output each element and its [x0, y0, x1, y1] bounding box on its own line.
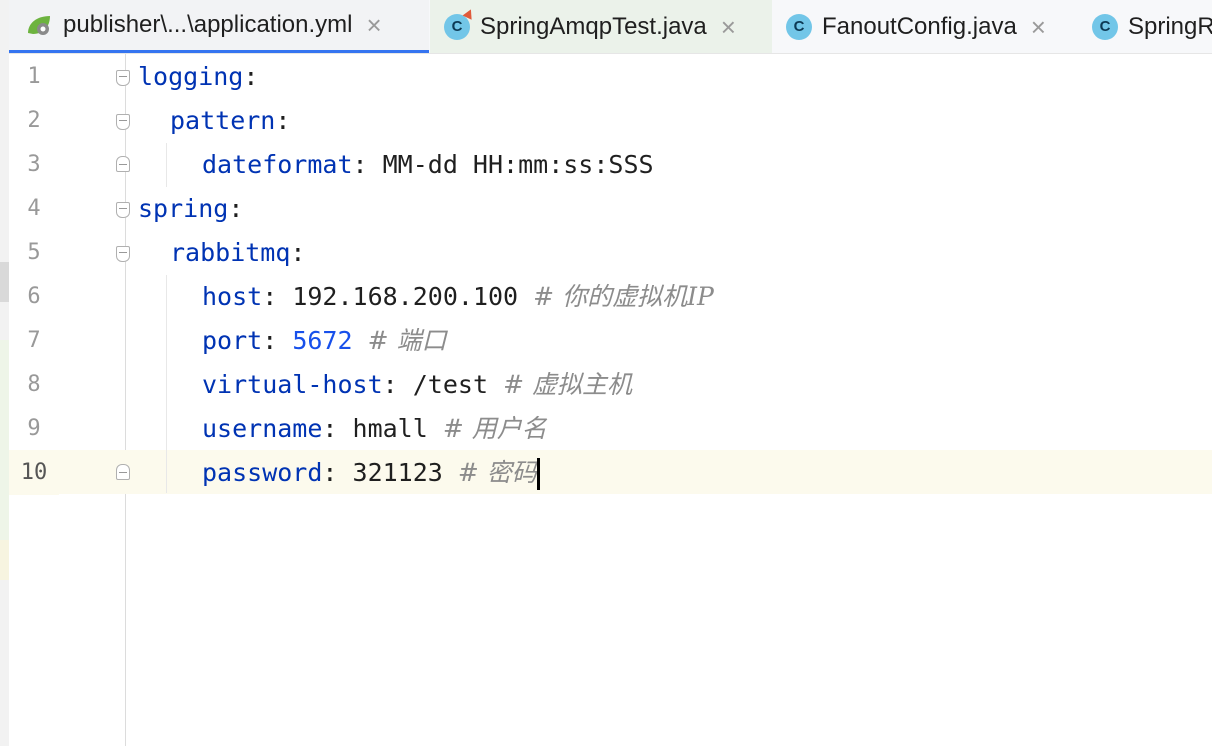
code-line[interactable]: pattern: — [170, 99, 1212, 143]
close-icon[interactable]: × — [366, 12, 381, 38]
fold-marker-icon[interactable] — [116, 246, 130, 262]
line-number: 9 — [27, 416, 41, 441]
yaml-key: dateformat — [202, 150, 353, 179]
yaml-comment: # 虚拟主机 — [503, 370, 632, 399]
fold-marker-icon[interactable] — [116, 202, 130, 218]
yaml-comment: # 密码 — [457, 458, 537, 487]
yaml-separator: : — [275, 106, 291, 135]
pin-icon — [462, 6, 476, 20]
line-number: 8 — [27, 372, 41, 397]
tab-application-yml[interactable]: publisher\...\application.yml × — [9, 0, 429, 53]
yaml-key: spring — [138, 194, 229, 223]
yaml-key: port — [202, 326, 263, 355]
line-number: 5 — [27, 240, 41, 265]
java-class-icon: C — [1092, 13, 1118, 40]
yaml-value: hmall — [352, 414, 428, 443]
yaml-key: rabbitmq — [170, 238, 291, 267]
code-line[interactable]: port: 5672 # 端口 — [202, 319, 1212, 363]
tab-label: publisher\...\application.yml — [63, 11, 353, 38]
line-number: 6 — [27, 284, 41, 309]
line-number: 10 — [9, 451, 59, 495]
tab-springamqptest-java[interactable]: C SpringAmqpTest.java × — [430, 0, 772, 53]
yaml-separator: : — [228, 194, 244, 223]
left-panel-marker — [0, 540, 9, 580]
yaml-comment: # 用户名 — [442, 414, 547, 443]
yaml-comment: # 你的虚拟机IP — [533, 282, 714, 311]
yaml-value: /test — [412, 370, 488, 399]
spring-yml-icon — [25, 13, 53, 37]
fold-end-marker-icon[interactable] — [116, 156, 130, 172]
yaml-key: logging — [138, 62, 244, 91]
yaml-key: virtual-host — [202, 370, 383, 399]
line-number: 1 — [27, 64, 41, 89]
code-line[interactable]: host: 192.168.200.100 # 你的虚拟机IP — [202, 275, 1212, 319]
tab-label: SpringAmqpTest.java — [480, 12, 707, 40]
yaml-key: pattern — [170, 106, 276, 135]
close-icon[interactable]: × — [721, 14, 736, 40]
line-number: 4 — [27, 196, 41, 221]
left-panel-marker — [0, 262, 9, 302]
java-class-icon: C — [786, 13, 812, 40]
yaml-separator: : — [322, 458, 353, 487]
yaml-key: password — [202, 458, 323, 487]
fold-marker-icon[interactable] — [116, 70, 130, 86]
code-line[interactable]: logging: — [138, 55, 1212, 99]
yaml-key: username — [202, 414, 323, 443]
yaml-separator: : — [382, 370, 413, 399]
yaml-value: MM-dd HH:mm:ss:SSS — [382, 150, 654, 179]
code-line[interactable]: username: hmall # 用户名 — [202, 407, 1212, 451]
yaml-value: 192.168.200.100 — [292, 282, 519, 311]
yaml-value: 321123 — [352, 458, 443, 487]
line-number: 3 — [27, 152, 41, 177]
fold-marker-icon[interactable] — [116, 114, 130, 130]
tab-label: SpringR — [1128, 12, 1212, 40]
code-line[interactable]: virtual-host: /test # 虚拟主机 — [202, 363, 1212, 407]
yaml-separator: : — [352, 150, 383, 179]
left-panel-marker — [0, 340, 9, 540]
indent-guide — [166, 143, 167, 187]
yaml-comment: # 端口 — [367, 326, 447, 355]
indent-guide — [166, 275, 167, 493]
tab-fanoutconfig-java[interactable]: C FanoutConfig.java × — [772, 0, 1072, 53]
java-class-icon: C — [444, 6, 476, 40]
tab-label: FanoutConfig.java — [822, 12, 1017, 40]
code-line[interactable]: password: 321123 # 密码 — [202, 451, 1212, 495]
code-line[interactable]: rabbitmq: — [170, 231, 1212, 275]
yaml-number-value: 5672 — [292, 326, 353, 355]
left-panel-edge — [0, 0, 9, 746]
yaml-separator: : — [322, 414, 353, 443]
code-line[interactable]: spring: — [138, 187, 1212, 231]
line-number: 2 — [27, 108, 41, 133]
yaml-separator: : — [290, 238, 306, 267]
yaml-key: host — [202, 282, 263, 311]
close-icon[interactable]: × — [1031, 14, 1046, 40]
yaml-separator: : — [243, 62, 259, 91]
tab-springr[interactable]: C SpringR — [1078, 0, 1212, 53]
yaml-separator: : — [262, 282, 293, 311]
code-line[interactable]: dateformat: MM-dd HH:mm:ss:SSS — [202, 143, 1212, 187]
fold-end-marker-icon[interactable] — [116, 464, 130, 480]
yaml-separator: : — [262, 326, 293, 355]
text-caret — [536, 458, 540, 490]
line-number: 7 — [27, 328, 41, 353]
